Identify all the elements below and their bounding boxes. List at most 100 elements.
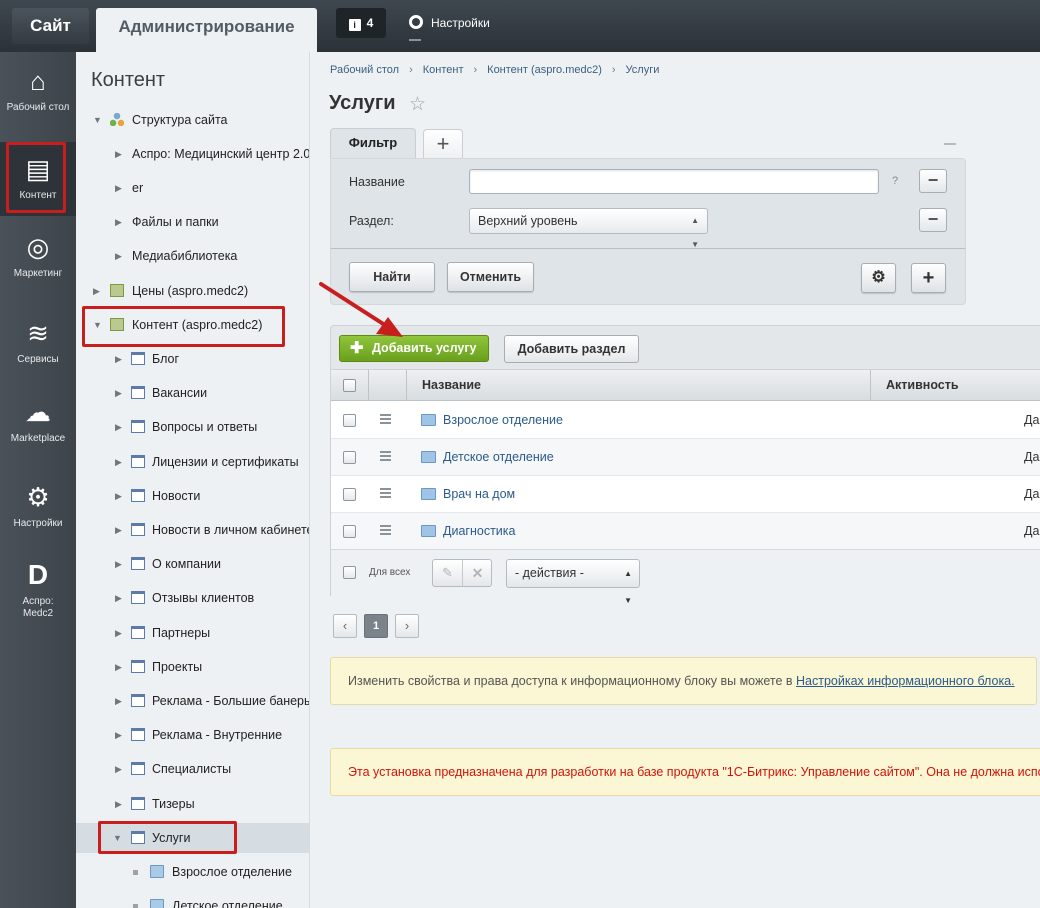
tree-item-projects[interactable]: ▶ Проекты <box>76 652 309 682</box>
tree-item-adult-dept[interactable]: Взрослое отделение <box>76 857 309 887</box>
for-all-checkbox[interactable] <box>343 566 356 579</box>
row-name-link[interactable]: Взрослое отделение <box>443 402 563 439</box>
breadcrumb-item[interactable]: Контент <box>423 64 464 76</box>
tree-item-licenses[interactable]: ▶ Лицензии и сертификаты <box>76 447 309 477</box>
arrow-right-icon[interactable]: ▶ <box>115 789 122 819</box>
table-row[interactable]: Детское отделение Да <box>331 439 1040 476</box>
arrow-right-icon[interactable]: ▶ <box>115 378 122 408</box>
tree-item-big-banners[interactable]: ▶ Реклама - Большие банеры <box>76 686 309 716</box>
tree-item-cabinet-news[interactable]: ▶ Новости в личном кабинете <box>76 515 309 545</box>
arrow-right-icon[interactable]: ▶ <box>115 344 122 374</box>
arrow-right-icon[interactable]: ▶ <box>115 207 122 237</box>
list-toolbar: ✚ Добавить услугу Добавить раздел <box>330 325 1040 369</box>
tree-item-label: Партнеры <box>152 626 211 640</box>
arrow-right-icon[interactable]: ▶ <box>115 754 122 784</box>
tree-item-prices[interactable]: ▶ Цены (aspro.medc2) <box>76 276 309 306</box>
tree-item-blog[interactable]: ▶ Блог <box>76 344 309 374</box>
filter-section-select[interactable]: Верхний уровень ▲ ▼ <box>469 208 708 249</box>
iblock-settings-link[interactable]: Настройках информационного блока. <box>796 674 1015 688</box>
row-menu-icon[interactable] <box>380 488 391 498</box>
tree-item-about[interactable]: ▶ О компании <box>76 549 309 579</box>
tree-item-vacancies[interactable]: ▶ Вакансии <box>76 378 309 408</box>
actions-select[interactable]: - действия - ▲ ▼ <box>506 559 640 605</box>
row-checkbox[interactable] <box>343 451 356 464</box>
filter-remove-section-button[interactable]: − <box>919 208 947 232</box>
menu-item-services[interactable]: ≋ Сервисы <box>0 318 76 366</box>
filter-add-tab-button[interactable]: + <box>423 129 463 158</box>
row-checkbox[interactable] <box>343 525 356 538</box>
arrow-right-icon[interactable]: ▶ <box>115 412 122 442</box>
pencil-icon[interactable]: ✎ <box>433 560 463 586</box>
delete-icon[interactable]: ✕ <box>463 560 492 586</box>
menu-item-marketing[interactable]: ◎ Маркетинг <box>0 232 76 280</box>
page-current[interactable]: 1 <box>364 614 388 638</box>
tree-item-er[interactable]: ▶ er <box>76 173 309 203</box>
row-name-link[interactable]: Врач на дом <box>443 476 515 513</box>
menu-item-desktop[interactable]: ⌂ Рабочий стол <box>0 66 76 114</box>
menu-item-settings[interactable]: ⚙ Настройки <box>0 482 76 530</box>
row-menu-icon[interactable] <box>380 414 391 424</box>
tree-item-teasers[interactable]: ▶ Тизеры <box>76 789 309 819</box>
breadcrumb-item[interactable]: Контент (aspro.medc2) <box>487 64 602 76</box>
filter-tab[interactable]: Фильтр <box>330 128 416 158</box>
arrow-right-icon[interactable]: ▶ <box>93 276 100 306</box>
table-row[interactable]: Врач на дом Да <box>331 476 1040 513</box>
column-header-active[interactable]: Активность <box>886 370 959 401</box>
favorite-star-icon[interactable]: ☆ <box>409 93 426 116</box>
tree-item-specialists[interactable]: ▶ Специалисты <box>76 754 309 784</box>
arrow-right-icon[interactable]: ▶ <box>115 583 122 613</box>
arrow-right-icon[interactable]: ▶ <box>115 241 122 271</box>
page-prev-button[interactable]: ‹ <box>333 614 357 638</box>
breadcrumb-item[interactable]: Услуги <box>626 64 660 76</box>
arrow-right-icon[interactable]: ▶ <box>115 549 122 579</box>
gear-icon: ⚙ <box>26 482 50 512</box>
filter-add-field-button[interactable]: + <box>911 263 946 293</box>
tree-item-inner-banners[interactable]: ▶ Реклама - Внутренние <box>76 720 309 750</box>
arrow-right-icon[interactable]: ▶ <box>115 686 122 716</box>
column-header-name[interactable]: Название <box>422 370 481 401</box>
row-menu-icon[interactable] <box>380 451 391 461</box>
table-row[interactable]: Взрослое отделение Да <box>331 402 1040 439</box>
arrow-right-icon[interactable]: ▶ <box>115 139 122 169</box>
tree-item-child-dept[interactable]: Детское отделение <box>76 891 309 908</box>
page-next-button[interactable]: › <box>395 614 419 638</box>
tree-item-news[interactable]: ▶ Новости <box>76 481 309 511</box>
arrow-right-icon[interactable]: ▶ <box>115 720 122 750</box>
arrow-down-icon[interactable]: ▼ <box>93 105 102 135</box>
tab-site[interactable]: Сайт <box>12 8 89 44</box>
cancel-button[interactable]: Отменить <box>447 262 534 292</box>
settings-link[interactable]: Настройки <box>409 15 490 41</box>
tab-administration[interactable]: Администрирование <box>96 8 317 52</box>
help-icon[interactable]: ? <box>892 175 898 187</box>
menu-item-aspro[interactable]: D Аспро: Medc2 <box>0 560 76 620</box>
tree-item-medialib[interactable]: ▶ Медиабиблиотека <box>76 241 309 271</box>
arrow-right-icon[interactable]: ▶ <box>115 447 122 477</box>
arrow-right-icon[interactable]: ▶ <box>115 173 122 203</box>
tree-item-reviews[interactable]: ▶ Отзывы клиентов <box>76 583 309 613</box>
iblock-icon <box>131 523 145 536</box>
select-all-checkbox[interactable] <box>343 379 356 392</box>
arrow-right-icon[interactable]: ▶ <box>115 618 122 648</box>
notifications-button[interactable]: i4 <box>336 8 386 38</box>
row-menu-icon[interactable] <box>380 525 391 535</box>
arrow-right-icon[interactable]: ▶ <box>115 515 122 545</box>
add-section-button[interactable]: Добавить раздел <box>504 335 639 363</box>
tree-item-partners[interactable]: ▶ Партнеры <box>76 618 309 648</box>
row-name-link[interactable]: Диагностика <box>443 513 515 550</box>
row-checkbox[interactable] <box>343 414 356 427</box>
tree-item-faq[interactable]: ▶ Вопросы и ответы <box>76 412 309 442</box>
filter-remove-name-button[interactable]: − <box>919 169 947 193</box>
tree-item-site[interactable]: ▶ Аспро: Медицинский центр 2.0 <box>76 139 309 169</box>
row-checkbox[interactable] <box>343 488 356 501</box>
filter-name-input[interactable] <box>469 169 879 194</box>
breadcrumb-item[interactable]: Рабочий стол <box>330 64 399 76</box>
tree-item-site-structure[interactable]: ▼ Структура сайта <box>76 105 309 135</box>
arrow-right-icon[interactable]: ▶ <box>115 481 122 511</box>
table-row[interactable]: Диагностика Да <box>331 513 1040 550</box>
tree-item-files[interactable]: ▶ Файлы и папки <box>76 207 309 237</box>
menu-item-marketplace[interactable]: ☁ Marketplace <box>0 397 76 445</box>
filter-settings-button[interactable]: ⚙ <box>861 263 896 293</box>
row-name-link[interactable]: Детское отделение <box>443 439 554 476</box>
arrow-right-icon[interactable]: ▶ <box>115 652 122 682</box>
filter-collapse-icon[interactable] <box>944 143 956 145</box>
